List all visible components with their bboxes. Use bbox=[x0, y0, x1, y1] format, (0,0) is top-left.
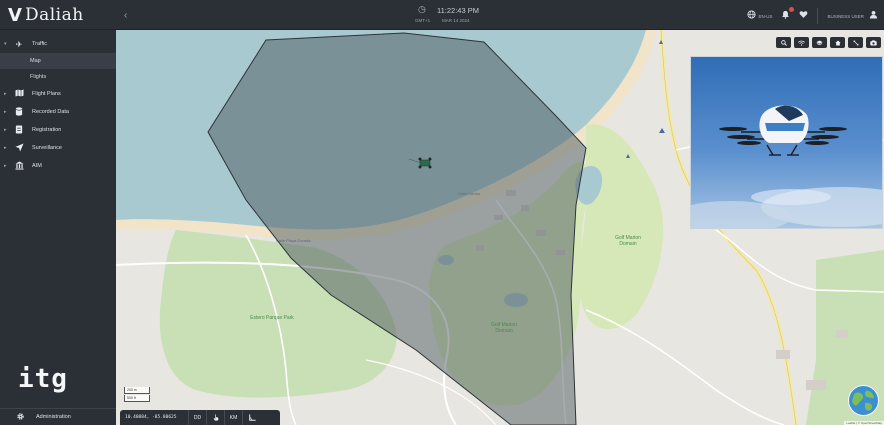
app-logo[interactable]: V Daliah bbox=[8, 4, 84, 26]
map-icon bbox=[10, 89, 28, 99]
sidebar-item-label: Surveillance bbox=[32, 145, 62, 151]
clock-timezone: GMT+1 bbox=[415, 18, 431, 23]
clock-widget: ◷ 11:22:43 PM GMT+1 MAR 14 2024 bbox=[410, 4, 490, 28]
bell-icon bbox=[781, 10, 790, 22]
camera-icon bbox=[870, 39, 877, 45]
drone-camera-feed[interactable] bbox=[690, 56, 883, 229]
divider bbox=[817, 8, 819, 24]
clock-date: MAR 14 2024 bbox=[442, 18, 470, 23]
hand-pointer-icon bbox=[213, 414, 218, 421]
cursor-coordinates: 10.40884, -85.80625 bbox=[125, 415, 177, 420]
sidebar-item-label: Traffic bbox=[32, 41, 47, 47]
database-icon bbox=[10, 106, 28, 118]
sidebar-item-label: Registration bbox=[32, 127, 62, 133]
gear-icon bbox=[8, 412, 32, 423]
sidebar-item-aim[interactable]: ▸ AIM bbox=[0, 157, 116, 175]
chevron-down-icon: ▾ bbox=[4, 41, 7, 47]
measure-tool-button[interactable] bbox=[242, 410, 262, 425]
measure-angle-icon bbox=[249, 414, 256, 421]
logo-name: Daliah bbox=[24, 5, 84, 25]
clock-time: 11:22:43 PM bbox=[437, 6, 479, 15]
map-view[interactable]: Calle Playa Dorada Calle Centro Estero P… bbox=[116, 30, 884, 425]
registration-icon bbox=[10, 124, 28, 136]
user-menu[interactable]: BUSINESS USER bbox=[827, 10, 878, 22]
sidebar-item-label: Recorded Data bbox=[32, 109, 69, 115]
distance-unit-button[interactable]: KM bbox=[224, 410, 242, 425]
map-attribution[interactable]: Leaflet | © OpenStreetMap bbox=[844, 421, 884, 425]
globe-icon bbox=[848, 385, 879, 416]
map-toolbar bbox=[776, 37, 881, 48]
search-icon bbox=[780, 39, 787, 46]
scale-metric: 200 m bbox=[124, 387, 150, 394]
language-selector[interactable]: EN-US bbox=[747, 10, 772, 22]
globe-icon bbox=[747, 10, 757, 22]
navigation-arrow-icon bbox=[10, 142, 28, 154]
signal-button[interactable] bbox=[794, 37, 809, 48]
wifi-icon bbox=[798, 40, 805, 46]
itg-brand-logo: itg bbox=[18, 364, 68, 394]
sidebar-item-administration[interactable]: Administration bbox=[0, 408, 116, 425]
app-root: V Daliah ‹ ◷ 11:22:43 PM GMT+1 MAR 14 20… bbox=[0, 0, 884, 425]
pointer-tool-button[interactable] bbox=[206, 410, 224, 425]
basemap-globe-button[interactable] bbox=[848, 385, 879, 416]
administration-label: Administration bbox=[36, 414, 71, 420]
search-button[interactable] bbox=[776, 37, 791, 48]
layers-button[interactable] bbox=[812, 37, 827, 48]
collapse-sidebar-icon[interactable]: ‹ bbox=[124, 10, 127, 21]
sidebar-subitem-label: Flights bbox=[30, 74, 47, 80]
road-label: Calle Playa Dorada bbox=[276, 238, 311, 243]
camera-button[interactable] bbox=[866, 37, 881, 48]
home-icon bbox=[834, 39, 841, 46]
road-label: Calle Centro bbox=[458, 191, 481, 196]
zoom-button[interactable] bbox=[848, 37, 863, 48]
chevron-right-icon: ▸ bbox=[4, 145, 7, 151]
notifications-button[interactable] bbox=[781, 7, 795, 22]
sidebar-subitem-label: Map bbox=[30, 58, 41, 64]
golf-label-north: Golf Marion Domain bbox=[615, 235, 641, 247]
chevron-right-icon: ▸ bbox=[4, 91, 7, 97]
chevron-right-icon: ▸ bbox=[4, 163, 7, 169]
sidebar-item-surveillance[interactable]: ▸ Surveillance bbox=[0, 139, 116, 157]
sidebar-item-flight-plans[interactable]: ▸ Flight Plans bbox=[0, 85, 116, 103]
sidebar: ▾ ✈ Traffic Map Flights ▸ Flight Plans ▸… bbox=[0, 30, 116, 425]
chevron-right-icon: ▸ bbox=[4, 109, 7, 115]
logo-mark: V bbox=[8, 4, 22, 26]
sidebar-item-traffic[interactable]: ▾ ✈ Traffic bbox=[0, 35, 116, 53]
chevron-right-icon: ▸ bbox=[4, 127, 7, 133]
plane-icon: ✈ bbox=[15, 39, 23, 49]
top-right-actions: EN-US BUSINESS USER bbox=[747, 7, 878, 24]
sidebar-item-recorded-data[interactable]: ▸ Recorded Data bbox=[0, 103, 116, 121]
user-icon bbox=[869, 10, 878, 22]
layers-icon bbox=[816, 40, 823, 45]
sidebar-item-registration[interactable]: ▸ Registration bbox=[0, 121, 116, 139]
sidebar-subitem-map[interactable]: Map bbox=[0, 53, 116, 69]
top-bar: V Daliah ‹ ◷ 11:22:43 PM GMT+1 MAR 14 20… bbox=[0, 0, 884, 30]
scale-imperial: 500 ft bbox=[124, 395, 150, 402]
home-button[interactable] bbox=[830, 37, 845, 48]
language-label: EN-US bbox=[758, 13, 773, 19]
drone-camera-image bbox=[691, 57, 882, 228]
sidebar-subitem-flights[interactable]: Flights bbox=[0, 69, 116, 85]
favorites-button[interactable] bbox=[799, 10, 808, 22]
building-icon bbox=[10, 160, 28, 172]
coord-format-button[interactable]: DD bbox=[188, 410, 206, 425]
coordinate-bar: 10.40884, -85.80625 DD KM bbox=[120, 410, 280, 425]
notification-dot bbox=[789, 7, 795, 12]
park-label-west: Estero Parque Park bbox=[250, 315, 294, 321]
user-name: BUSINESS USER bbox=[827, 13, 864, 19]
sidebar-item-label: Flight Plans bbox=[32, 91, 61, 97]
sidebar-item-label: AIM bbox=[32, 163, 42, 169]
zoom-icon bbox=[853, 40, 858, 45]
golf-label-south: Golf Marion Domain bbox=[491, 322, 517, 334]
map-scale: 200 m 500 ft bbox=[124, 387, 152, 403]
clock-icon: ◷ bbox=[418, 4, 426, 14]
heart-icon bbox=[799, 10, 808, 22]
